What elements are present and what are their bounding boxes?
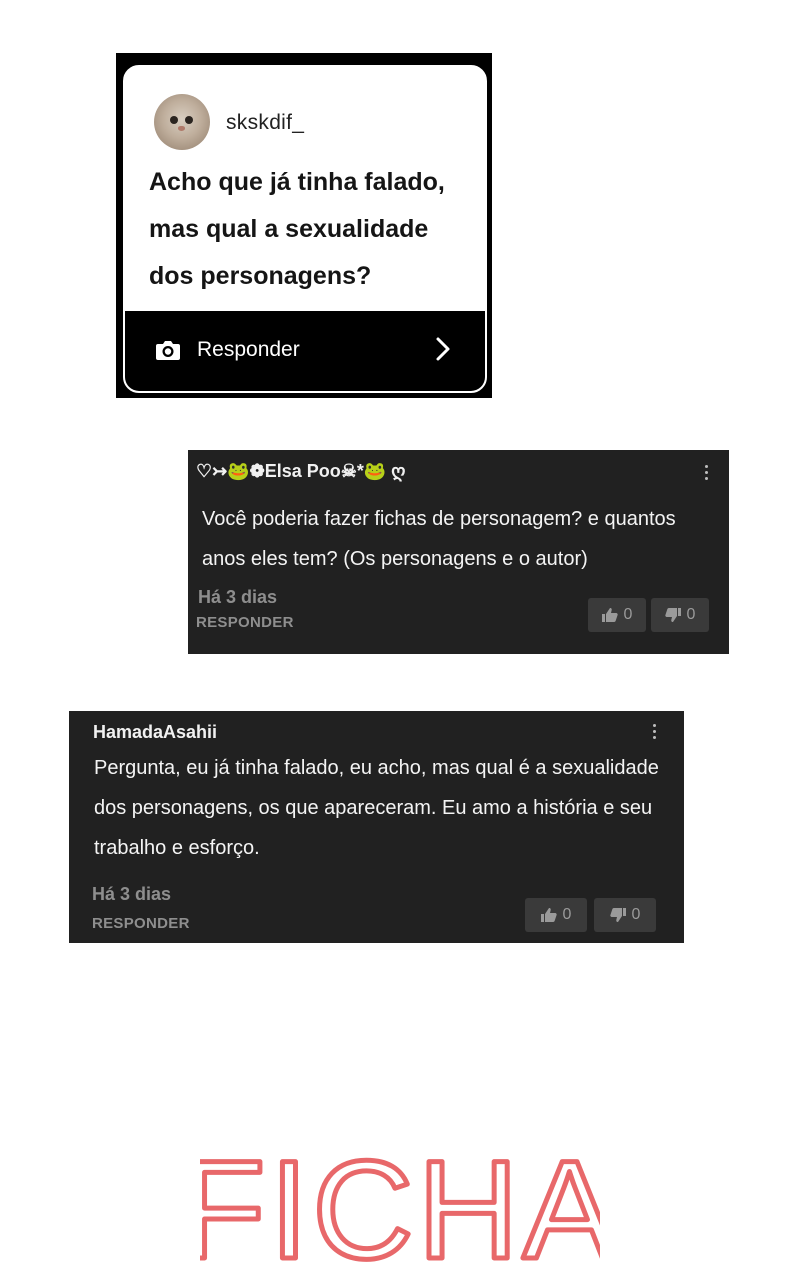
reply-bar[interactable]: Responder bbox=[125, 311, 485, 391]
comment-text: Pergunta, eu já tinha falado, eu acho, m… bbox=[94, 757, 659, 859]
thumbs-up-icon bbox=[540, 908, 557, 922]
ficha-title-art: FICHA bbox=[200, 1140, 600, 1270]
thumbs-up-icon bbox=[601, 608, 618, 622]
dislike-button[interactable]: 0 bbox=[651, 598, 709, 632]
question-text: Acho que já tinha falado, mas qual a sex… bbox=[149, 168, 445, 290]
like-button[interactable]: 0 bbox=[588, 598, 646, 632]
more-options-icon[interactable] bbox=[705, 465, 709, 483]
dislike-count: 0 bbox=[686, 606, 696, 623]
like-count: 0 bbox=[623, 606, 633, 623]
comment-author[interactable]: HamadaAsahii bbox=[93, 722, 217, 743]
thumbs-down-icon bbox=[609, 908, 626, 922]
more-options-icon[interactable] bbox=[653, 724, 657, 742]
comment-card: HamadaAsahii Pergunta, eu já tinha falad… bbox=[69, 711, 684, 943]
thumbs-down-icon bbox=[664, 608, 681, 622]
reply-button[interactable]: RESPONDER bbox=[196, 614, 294, 631]
question-card: skskdif_ Acho que já tinha falado, mas q… bbox=[123, 65, 487, 393]
chevron-right-icon bbox=[435, 336, 451, 367]
dislike-count: 0 bbox=[631, 906, 641, 923]
comment-text: Você poderia fazer fichas de personagem?… bbox=[202, 508, 676, 570]
comment-timestamp: Há 3 dias bbox=[92, 884, 172, 904]
ficha-title-text: FICHA bbox=[200, 1140, 600, 1270]
like-button[interactable]: 0 bbox=[525, 898, 587, 932]
comment-author[interactable]: ♡↣🐸❁Elsa Poo☠︎*🐸 ღ bbox=[196, 461, 405, 482]
reply-button[interactable]: RESPONDER bbox=[92, 915, 190, 932]
like-count: 0 bbox=[562, 906, 572, 923]
question-card-frame: skskdif_ Acho que já tinha falado, mas q… bbox=[116, 53, 492, 398]
question-username: skskdif_ bbox=[226, 111, 305, 134]
reply-label: Responder bbox=[197, 338, 300, 361]
comment-card: ♡↣🐸❁Elsa Poo☠︎*🐸 ღ Você poderia fazer fi… bbox=[188, 450, 729, 654]
dislike-button[interactable]: 0 bbox=[594, 898, 656, 932]
comment-timestamp: Há 3 dias bbox=[198, 587, 278, 607]
avatar bbox=[154, 94, 210, 150]
camera-icon bbox=[155, 338, 181, 367]
